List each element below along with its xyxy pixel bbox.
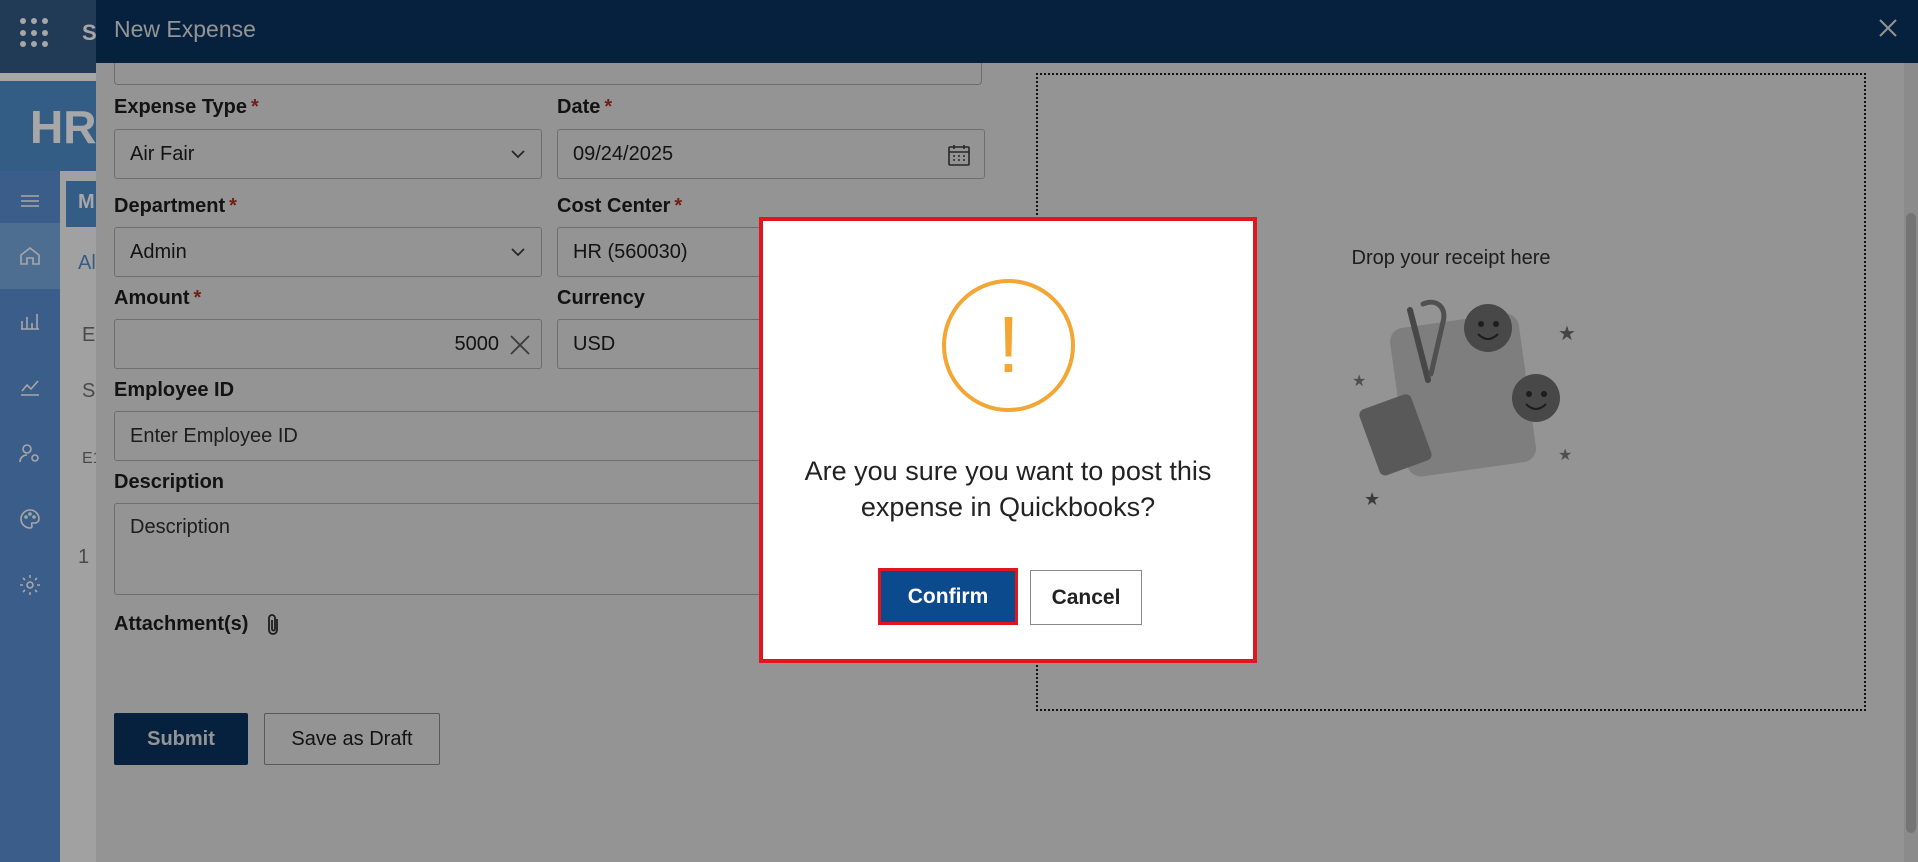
confirm-button[interactable]: Confirm — [878, 568, 1018, 625]
warning-icon: ! — [942, 279, 1075, 412]
dialog-message: Are you sure you want to post this expen… — [804, 456, 1212, 522]
cancel-button[interactable]: Cancel — [1030, 570, 1142, 625]
confirm-dialog: ! Are you sure you want to post this exp… — [759, 217, 1257, 663]
warning-mark: ! — [997, 300, 1020, 389]
